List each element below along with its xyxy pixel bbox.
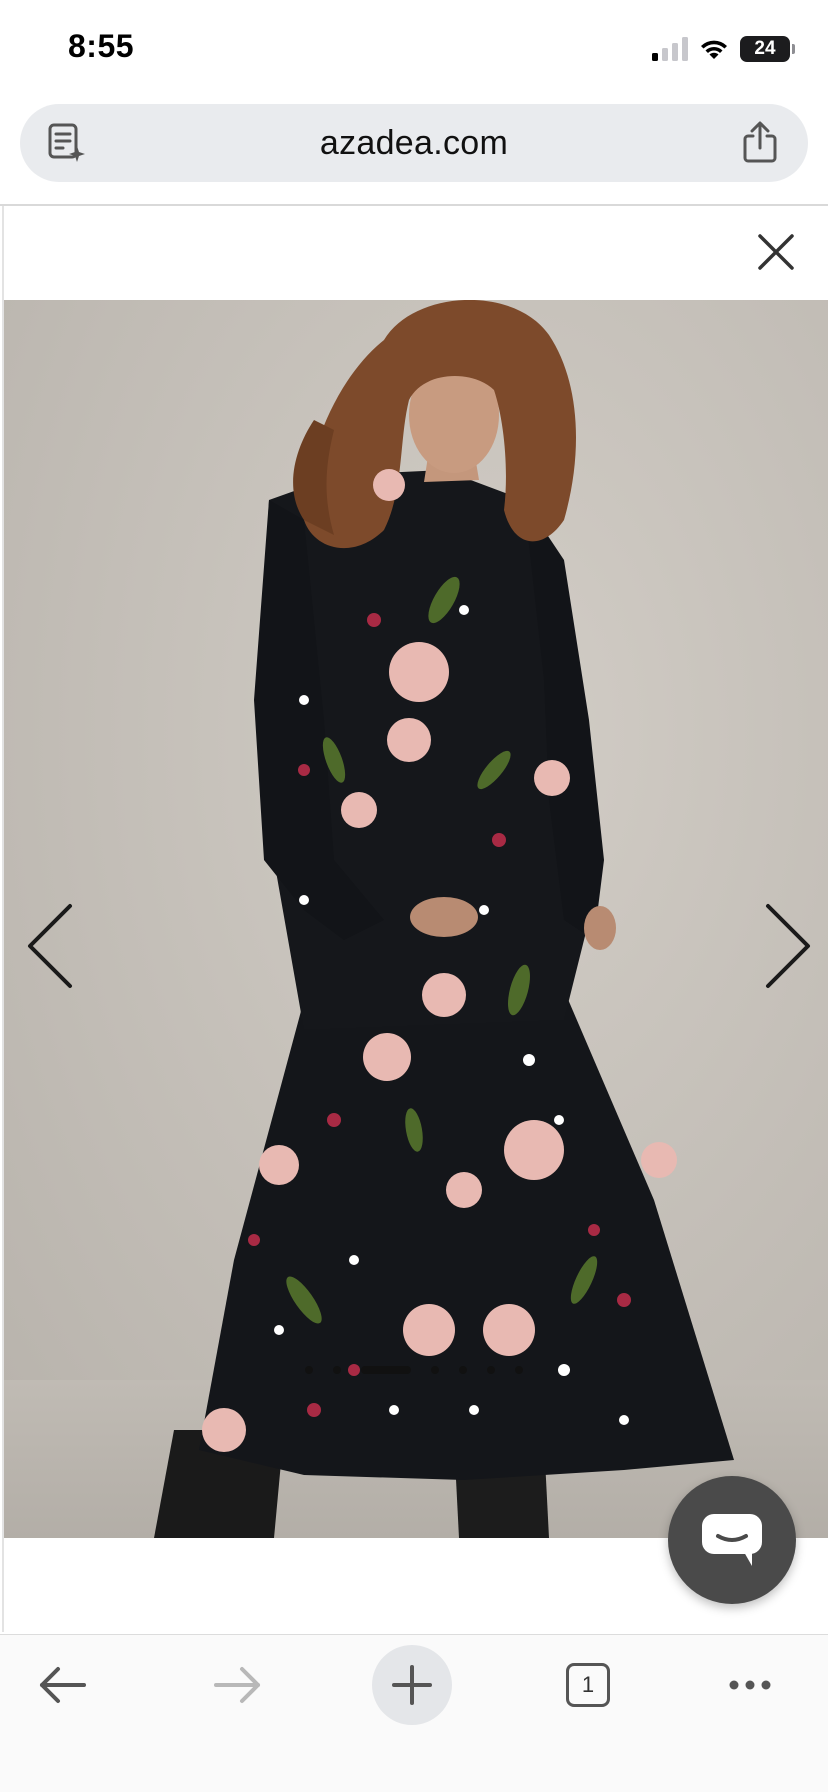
chat-bubble-icon: [702, 1514, 762, 1566]
status-time: 8:55: [68, 28, 135, 64]
browser-toolbar: 1: [0, 1634, 828, 1792]
status-icons: 24: [652, 34, 795, 64]
back-arrow-icon: [40, 1667, 86, 1703]
gallery-pagination: [0, 1362, 828, 1378]
wifi-icon: [701, 40, 727, 59]
back-button[interactable]: [22, 1645, 102, 1725]
pagination-dot[interactable]: [431, 1366, 439, 1374]
more-button[interactable]: [710, 1645, 790, 1725]
chat-button[interactable]: [668, 1476, 796, 1604]
pagination-dot[interactable]: [333, 1366, 341, 1374]
battery-icon: 24: [740, 36, 795, 62]
product-gallery-modal: [2, 206, 828, 1632]
browser-screen: 8:55 24 azadea.com 1: [0, 0, 828, 1792]
pagination-dot[interactable]: [515, 1366, 523, 1374]
tabs-button[interactable]: 1: [548, 1645, 628, 1725]
address-bar[interactable]: azadea.com: [20, 104, 808, 182]
pagination-dot[interactable]: [487, 1366, 495, 1374]
chevron-right-icon[interactable]: [756, 898, 816, 994]
pagination-dot[interactable]: [459, 1366, 467, 1374]
share-icon[interactable]: [740, 120, 780, 164]
forward-button[interactable]: [198, 1645, 278, 1725]
url-text[interactable]: azadea.com: [20, 124, 808, 163]
product-image[interactable]: [4, 300, 828, 1538]
pagination-dot-active[interactable]: [361, 1366, 411, 1374]
signal-icon: [652, 37, 688, 61]
model-photo: [4, 300, 828, 1538]
close-icon[interactable]: [754, 230, 798, 274]
plus-icon: [392, 1665, 432, 1705]
tabs-count: 1: [566, 1663, 610, 1707]
more-icon: [729, 1680, 771, 1690]
battery-level: 24: [754, 38, 776, 59]
new-tab-button[interactable]: [372, 1645, 452, 1725]
pagination-dot[interactable]: [305, 1366, 313, 1374]
forward-arrow-icon: [214, 1667, 260, 1703]
chevron-left-icon[interactable]: [22, 898, 82, 994]
status-bar: 8:55 24: [0, 0, 828, 100]
